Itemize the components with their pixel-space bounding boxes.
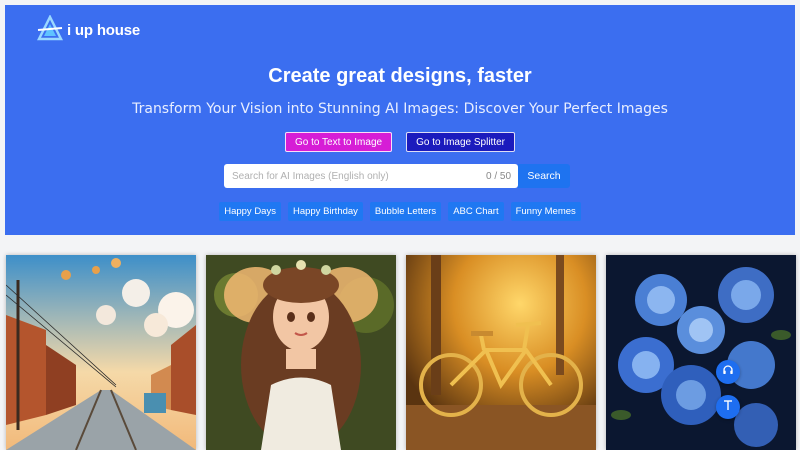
gallery-image-street[interactable]: [6, 255, 196, 450]
tag-funny-memes[interactable]: Funny Memes: [510, 202, 581, 221]
image-gallery: [5, 255, 796, 450]
arrow-to-top-icon: [722, 398, 734, 416]
brand-logo[interactable]: i up house: [36, 14, 141, 46]
brand-name: i up house: [67, 22, 141, 39]
support-button[interactable]: [716, 360, 740, 384]
action-buttons: Go to Text to Image Go to Image Splitter: [5, 132, 795, 152]
hero-banner: i up house Create great designs, faster …: [5, 5, 795, 235]
tag-abc-chart[interactable]: ABC Chart: [448, 202, 504, 221]
back-to-top-button[interactable]: [716, 395, 740, 419]
headset-icon: [722, 363, 734, 381]
text-to-image-button[interactable]: Go to Text to Image: [284, 132, 393, 152]
tag-list: Happy Days Happy Birthday Bubble Letters…: [5, 202, 795, 221]
page-subtitle: Transform Your Vision into Stunning AI I…: [132, 101, 668, 117]
tag-happy-days[interactable]: Happy Days: [219, 202, 281, 221]
page-title: Create great designs, faster: [268, 65, 532, 87]
image-splitter-button[interactable]: Go to Image Splitter: [406, 132, 516, 152]
triangle-a-logo-icon: [36, 14, 64, 46]
gallery-image-fairy[interactable]: [206, 255, 396, 450]
tag-happy-birthday[interactable]: Happy Birthday: [287, 202, 363, 221]
search-button[interactable]: Search: [518, 164, 570, 188]
search-char-counter: 0 / 50: [486, 171, 512, 182]
gallery-image-blue-roses[interactable]: [606, 255, 796, 450]
search-input[interactable]: [224, 164, 518, 188]
gallery-image-bicycle[interactable]: [406, 255, 596, 450]
tag-bubble-letters[interactable]: Bubble Letters: [369, 202, 442, 221]
